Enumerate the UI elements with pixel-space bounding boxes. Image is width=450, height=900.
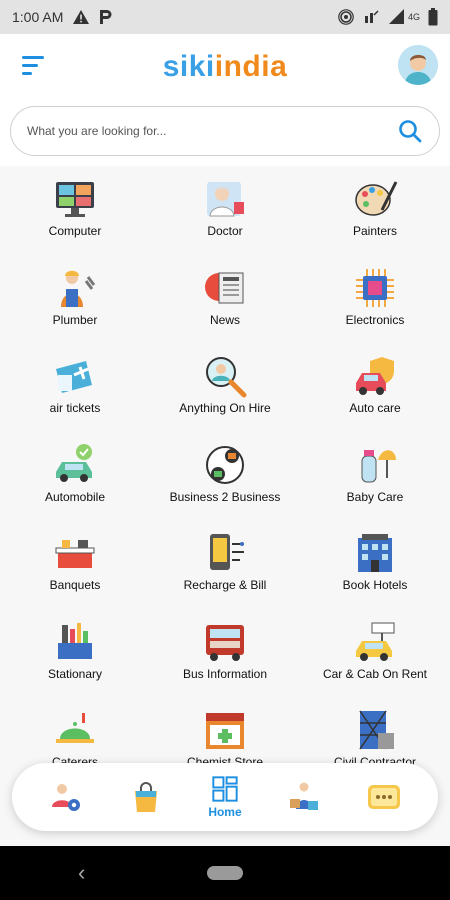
bus-icon bbox=[202, 619, 248, 665]
category-label: Automobile bbox=[44, 489, 106, 504]
chat-bubble-icon bbox=[367, 785, 400, 809]
category-label: Anything On Hire bbox=[179, 401, 271, 415]
category-label: Electronics bbox=[345, 312, 405, 327]
user-avatar-icon[interactable] bbox=[398, 45, 438, 85]
category-label: Stationary bbox=[47, 666, 103, 681]
category-label: Computer bbox=[48, 224, 102, 238]
category-label: Doctor bbox=[207, 224, 243, 238]
category-label: Baby Care bbox=[346, 489, 404, 504]
category-baby-care[interactable]: Baby Care bbox=[300, 442, 450, 531]
category-computer[interactable]: Computer bbox=[0, 176, 150, 265]
category-label: Car & Cab On Rent bbox=[322, 666, 428, 681]
cloche-icon bbox=[52, 707, 98, 753]
category-car-cab-on-rent[interactable]: Car & Cab On Rent bbox=[300, 619, 450, 708]
category-auto-care[interactable]: Auto care bbox=[300, 353, 450, 442]
logo-part2: india bbox=[214, 50, 288, 83]
b2b-exchange-icon bbox=[202, 442, 248, 488]
magnifier-person-icon bbox=[202, 353, 248, 399]
parking-icon bbox=[100, 10, 112, 24]
banquet-table-icon bbox=[52, 530, 98, 576]
search-icon[interactable] bbox=[397, 118, 423, 144]
car-shield-icon bbox=[352, 353, 398, 399]
category-label: Bus Information bbox=[182, 666, 268, 681]
status-time: 1:00 AM bbox=[12, 9, 64, 25]
hotel-building-icon bbox=[352, 530, 398, 576]
chip-icon bbox=[352, 265, 398, 311]
home-grid-icon bbox=[212, 776, 238, 802]
delivery-person-icon bbox=[289, 782, 318, 810]
airplane-ticket-icon bbox=[52, 353, 98, 399]
battery-icon bbox=[428, 8, 438, 26]
category-label: Banquets bbox=[49, 578, 101, 592]
warning-icon bbox=[73, 10, 90, 24]
nav-item-delivery[interactable] bbox=[286, 779, 322, 815]
hotspot-icon bbox=[338, 9, 354, 25]
app-header: sikiindia bbox=[0, 34, 450, 100]
system-nav-bar: ‹ bbox=[0, 846, 450, 900]
category-electronics[interactable]: Electronics bbox=[300, 265, 450, 354]
category-label: Painters bbox=[352, 224, 398, 238]
category-grid: Computer Doctor Painters Plumber News Electro… bbox=[0, 166, 450, 846]
category-label: air tickets bbox=[49, 401, 101, 415]
phone-bill-icon bbox=[202, 530, 248, 576]
category-business-2-business[interactable]: Business 2 Business bbox=[150, 442, 300, 531]
category-label: Business 2 Business bbox=[169, 489, 281, 504]
category-news[interactable]: News bbox=[150, 265, 300, 354]
computer-icon bbox=[52, 176, 98, 222]
search-bar bbox=[10, 106, 440, 156]
search-input[interactable] bbox=[27, 124, 397, 138]
category-book-hotels[interactable]: Book Hotels bbox=[300, 530, 450, 619]
taxi-icon bbox=[352, 619, 398, 665]
category-label: Recharge & Bill bbox=[183, 578, 267, 592]
category-plumber[interactable]: Plumber bbox=[0, 265, 150, 354]
category-automobile[interactable]: Automobile bbox=[0, 442, 150, 531]
menu-icon[interactable] bbox=[22, 56, 48, 78]
nav-item-shopping[interactable] bbox=[128, 779, 164, 815]
category-bus-information[interactable]: Bus Information bbox=[150, 619, 300, 708]
category-painters[interactable]: Painters bbox=[300, 176, 450, 265]
nav-home-label: Home bbox=[208, 805, 242, 819]
nav-item-chat[interactable] bbox=[366, 779, 402, 815]
search-section bbox=[0, 100, 450, 166]
app-logo: sikiindia bbox=[163, 50, 288, 84]
category-doctor[interactable]: Doctor bbox=[150, 176, 300, 265]
palette-icon bbox=[352, 176, 398, 222]
category-anything-on-hire[interactable]: Anything On Hire bbox=[150, 353, 300, 442]
back-chevron-icon[interactable]: ‹ bbox=[78, 860, 85, 886]
signal-icon bbox=[388, 9, 404, 24]
category-air-tickets[interactable]: air tickets bbox=[0, 353, 150, 442]
newspaper-icon bbox=[202, 265, 248, 311]
car-check-icon bbox=[52, 442, 98, 488]
category-stationary[interactable]: Stationary bbox=[0, 619, 150, 708]
pharmacy-store-icon bbox=[202, 707, 248, 753]
status-bar: 1:00 AM 4G bbox=[0, 0, 450, 34]
nav-item-home[interactable]: Home bbox=[208, 775, 242, 819]
data-saver-icon bbox=[364, 10, 379, 23]
users-settings-icon bbox=[52, 784, 81, 811]
lte-label: 4G bbox=[407, 12, 420, 22]
category-label: Book Hotels bbox=[342, 578, 408, 592]
home-pill-icon[interactable] bbox=[207, 866, 243, 880]
category-label: Plumber bbox=[52, 312, 98, 327]
bottom-nav: Home bbox=[12, 763, 438, 831]
category-label: Auto care bbox=[349, 401, 401, 415]
category-recharge-bill[interactable]: Recharge & Bill bbox=[150, 530, 300, 619]
logo-part1: siki bbox=[162, 50, 215, 83]
nav-item-users[interactable] bbox=[48, 779, 84, 815]
category-label: News bbox=[209, 312, 240, 327]
shopping-bag-icon bbox=[135, 782, 158, 812]
doctor-icon bbox=[202, 176, 248, 222]
construction-building-icon bbox=[352, 707, 398, 753]
category-banquets[interactable]: Banquets bbox=[0, 530, 150, 619]
stationery-icon bbox=[52, 619, 98, 665]
baby-bottle-icon bbox=[352, 442, 398, 488]
plumber-icon bbox=[52, 265, 98, 311]
